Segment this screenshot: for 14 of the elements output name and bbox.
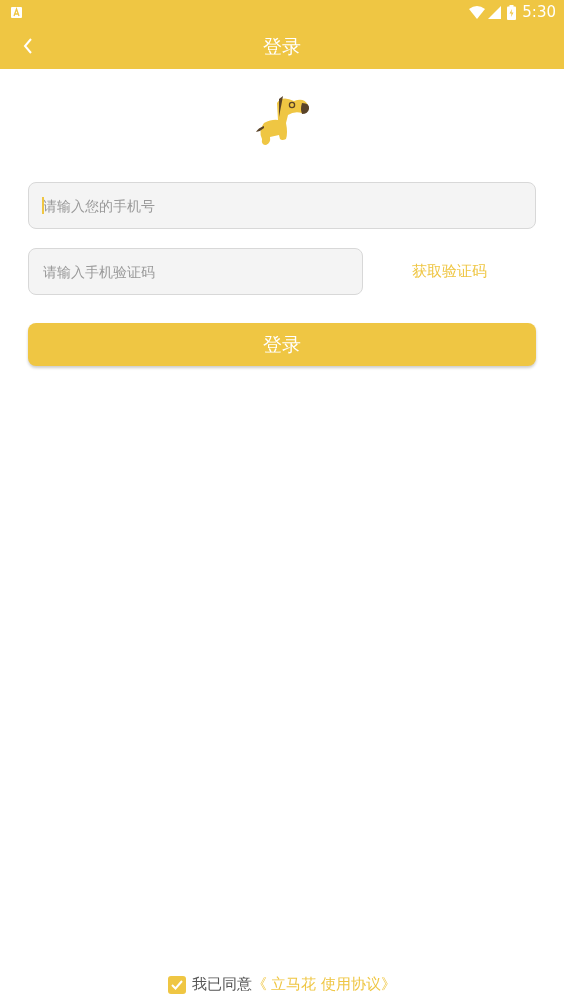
agreement-text: 我已同意 (191, 975, 252, 994)
signal-icon (488, 5, 502, 19)
agreement-checkbox[interactable] (167, 975, 186, 994)
page-title: 登录 (263, 33, 301, 59)
status-time: 5:30 (522, 3, 556, 21)
agreement-link[interactable]: 《 立马花 使用协议》 (251, 975, 397, 994)
code-field[interactable]: 请输入手机验证码 (28, 248, 363, 295)
login-button[interactable]: 登录 (28, 323, 536, 366)
phone-field[interactable]: 请输入您的手机号 (28, 182, 536, 229)
battery-icon (507, 4, 517, 20)
get-code-link[interactable]: 获取验证码 (412, 262, 487, 281)
wifi-icon (469, 5, 486, 19)
chevron-left-icon (23, 38, 33, 54)
notification-icon (11, 6, 22, 18)
